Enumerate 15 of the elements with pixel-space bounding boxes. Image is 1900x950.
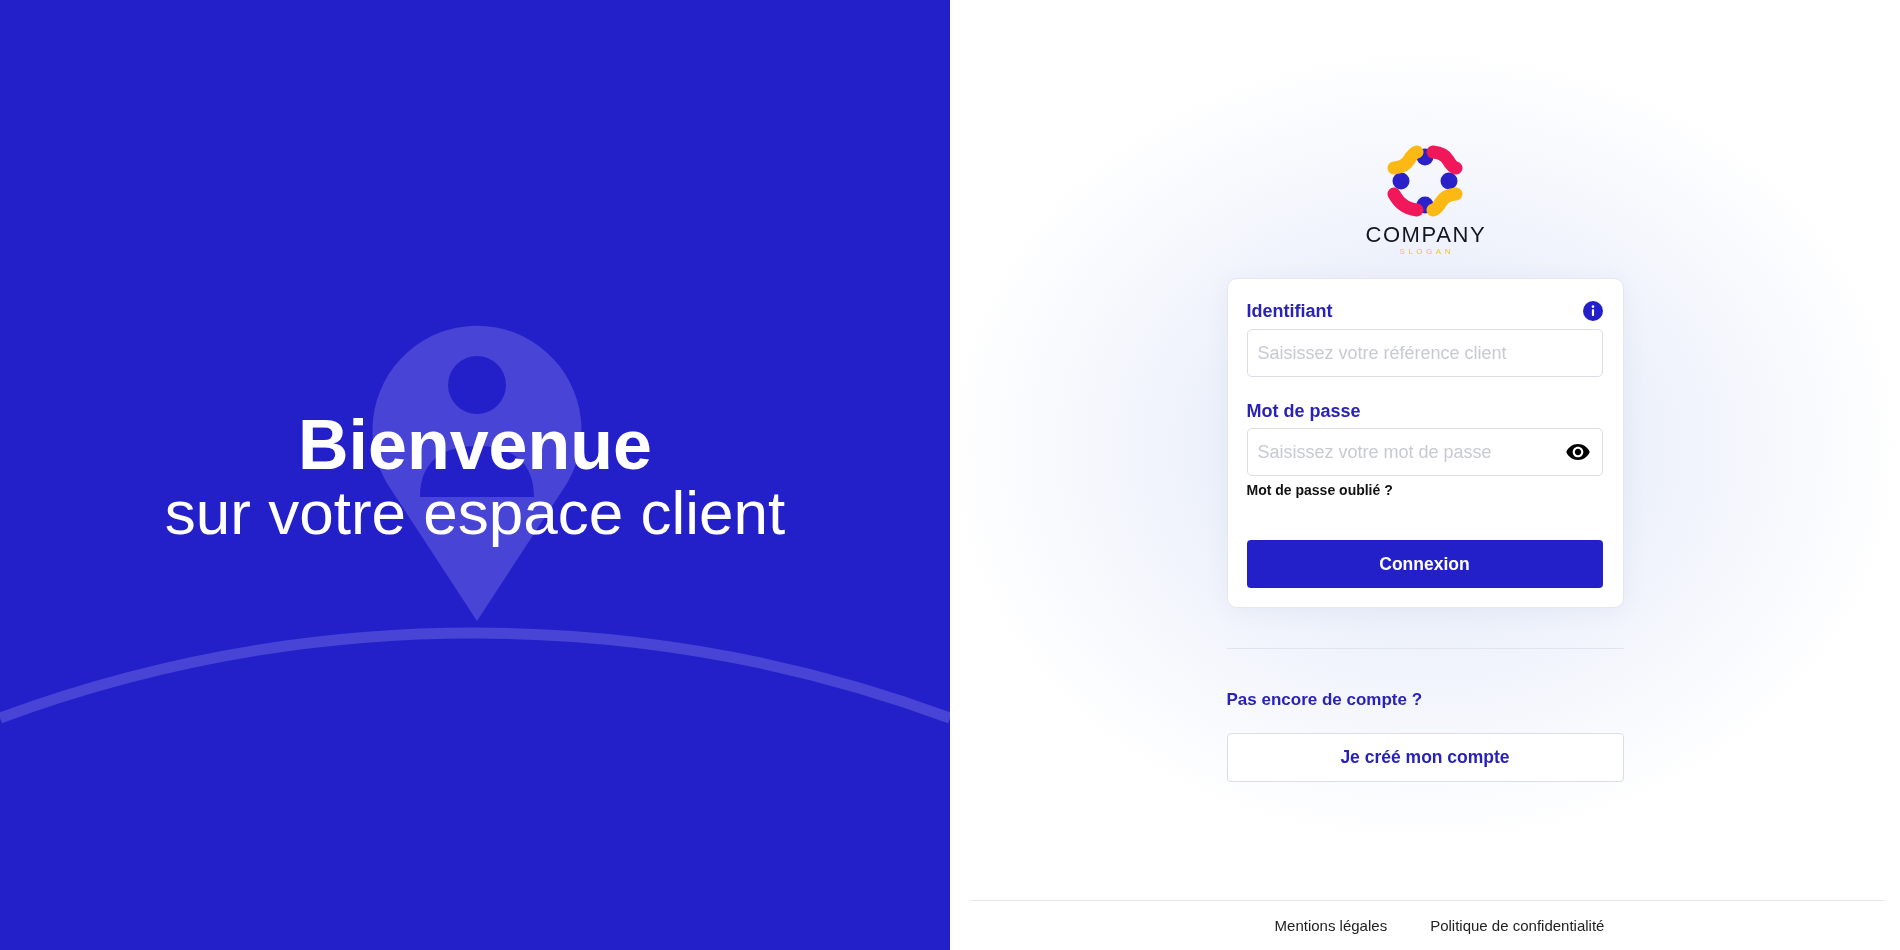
welcome-subtitle: sur votre espace client [164, 480, 786, 546]
welcome-title: Bienvenue [298, 410, 652, 480]
forgot-password-link[interactable]: Mot de passe oublié ? [1246, 480, 1393, 500]
brand-name: COMPANY [1364, 224, 1487, 246]
info-icon[interactable] [1582, 301, 1603, 321]
logo-icon [1387, 145, 1463, 217]
footer-link[interactable]: Mentions légales [1274, 915, 1388, 936]
create-account-button[interactable]: Je créé mon compte [1226, 733, 1624, 782]
brand-slogan: SLOGAN [1398, 247, 1454, 257]
signup-prompt: Pas encore de compte ? [1226, 689, 1423, 711]
login-button[interactable]: Connexion [1246, 540, 1603, 588]
footer-link[interactable]: Politique de confidentialité [1430, 915, 1605, 936]
field-label: Mot de passe [1246, 400, 1361, 423]
field-label: Identifiant [1246, 300, 1333, 323]
eye-icon[interactable] [1565, 444, 1590, 460]
